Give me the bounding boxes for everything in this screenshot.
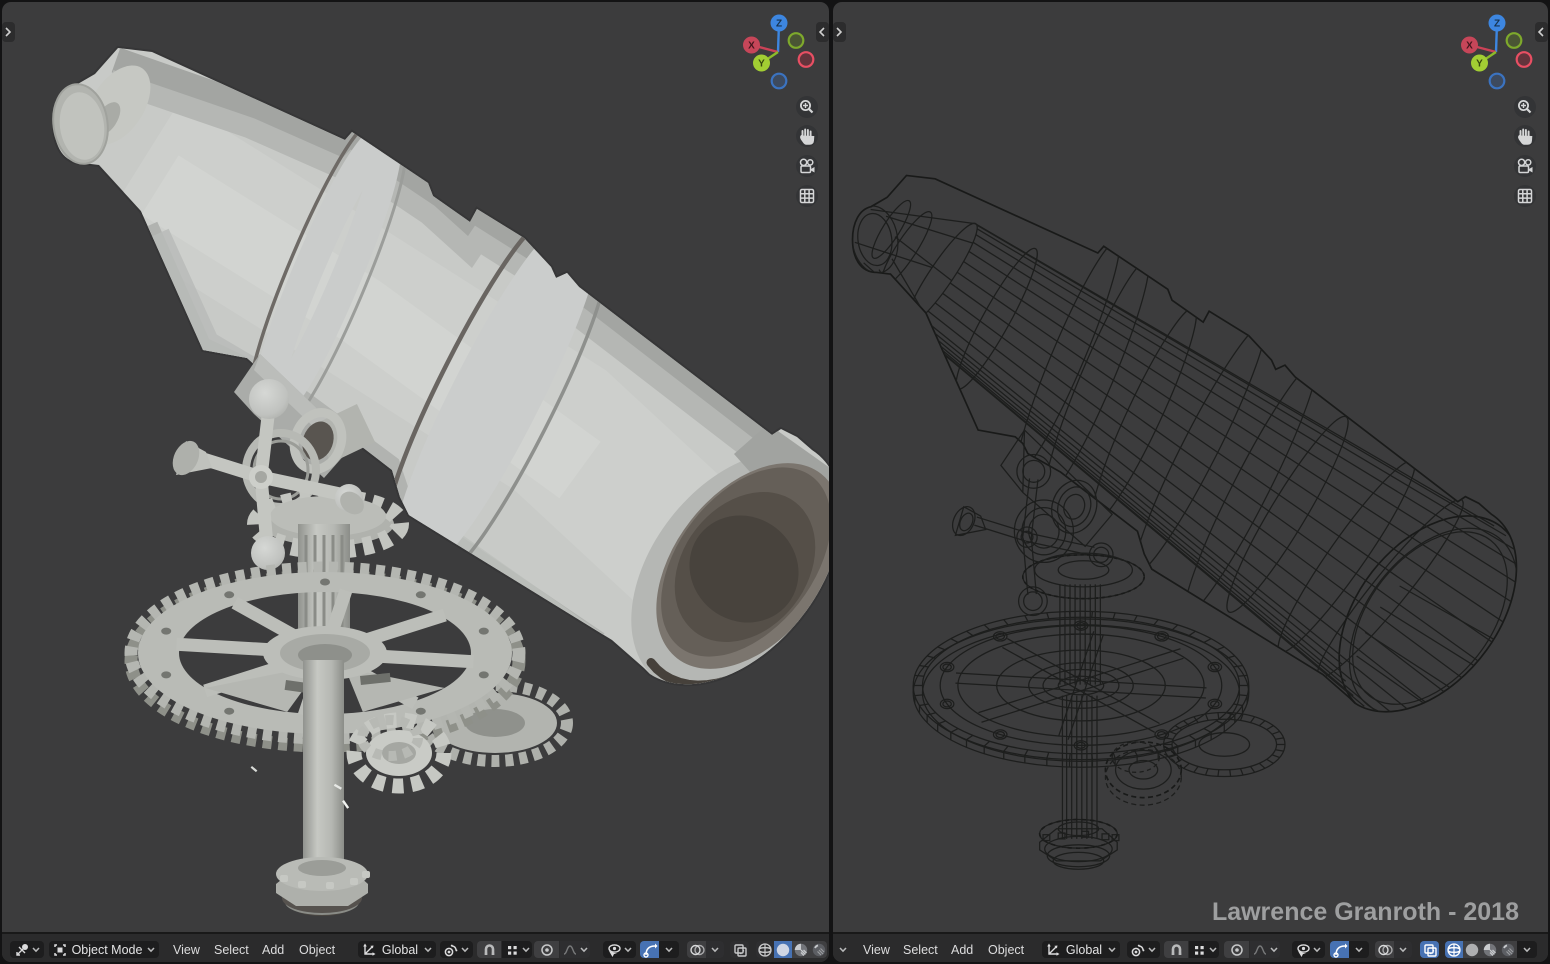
svg-text:Y: Y [1476,59,1483,70]
svg-text:X: X [1466,41,1473,52]
svg-text:Z: Z [776,19,782,30]
svg-text:Y: Y [758,59,765,70]
svg-text:Z: Z [1494,19,1500,30]
svg-text:X: X [748,41,755,52]
